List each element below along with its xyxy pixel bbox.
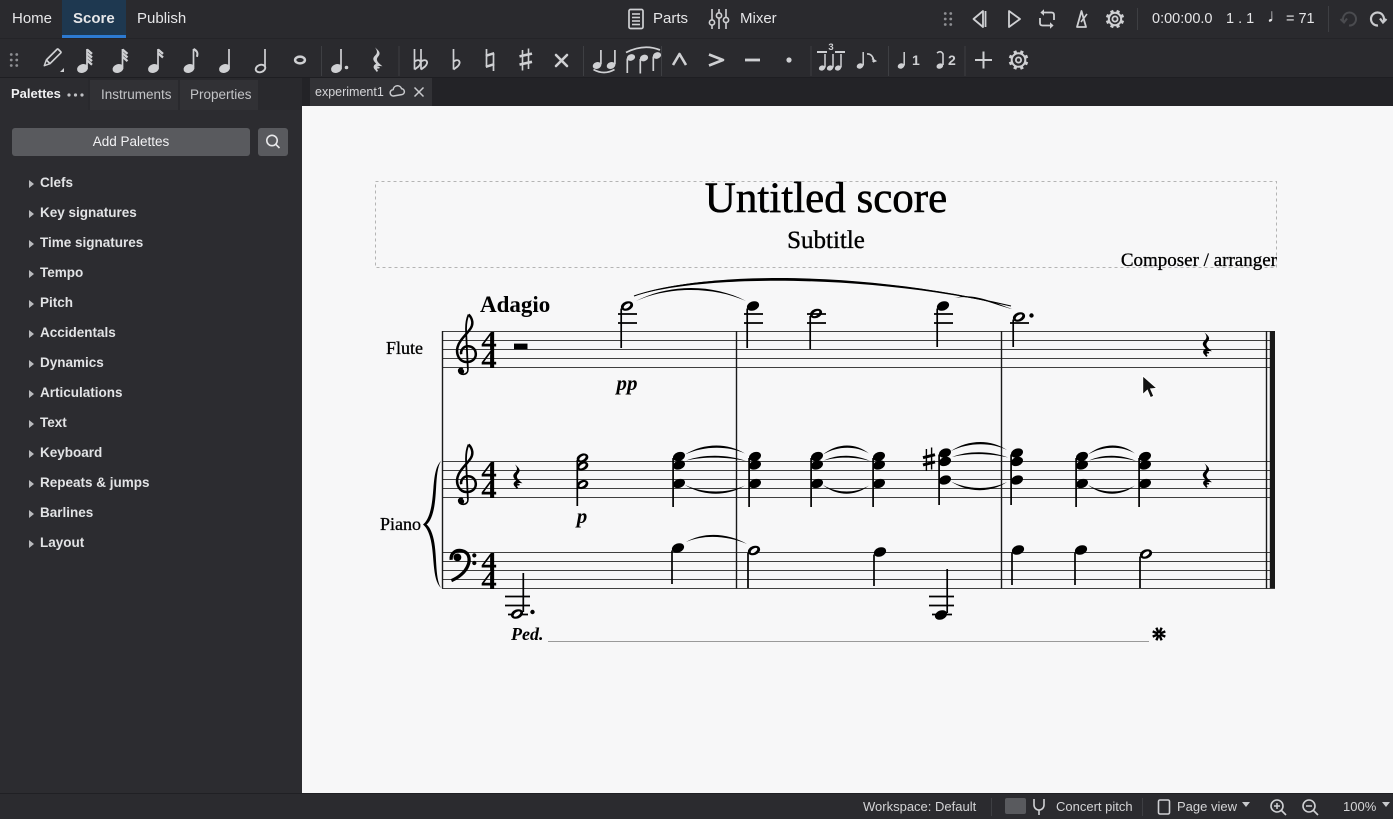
svg-text:3: 3 (828, 42, 833, 53)
svg-text:Subtitle: Subtitle (787, 227, 865, 254)
svg-text:1: 1 (912, 52, 920, 68)
svg-text:Adagio: Adagio (480, 292, 550, 317)
svg-text:p: p (575, 504, 588, 528)
svg-text:pp: pp (615, 371, 638, 395)
svg-text:Untitled score: Untitled score (705, 175, 947, 222)
svg-text:4: 4 (481, 565, 497, 595)
svg-text:4: 4 (481, 474, 497, 504)
svg-text:4: 4 (481, 344, 497, 374)
svg-text:Flute: Flute (386, 338, 423, 358)
svg-text:Piano: Piano (380, 514, 421, 534)
svg-text:Composer / arranger: Composer / arranger (1121, 250, 1278, 271)
svg-text:2: 2 (948, 52, 956, 68)
svg-text:Ped.: Ped. (510, 624, 543, 644)
